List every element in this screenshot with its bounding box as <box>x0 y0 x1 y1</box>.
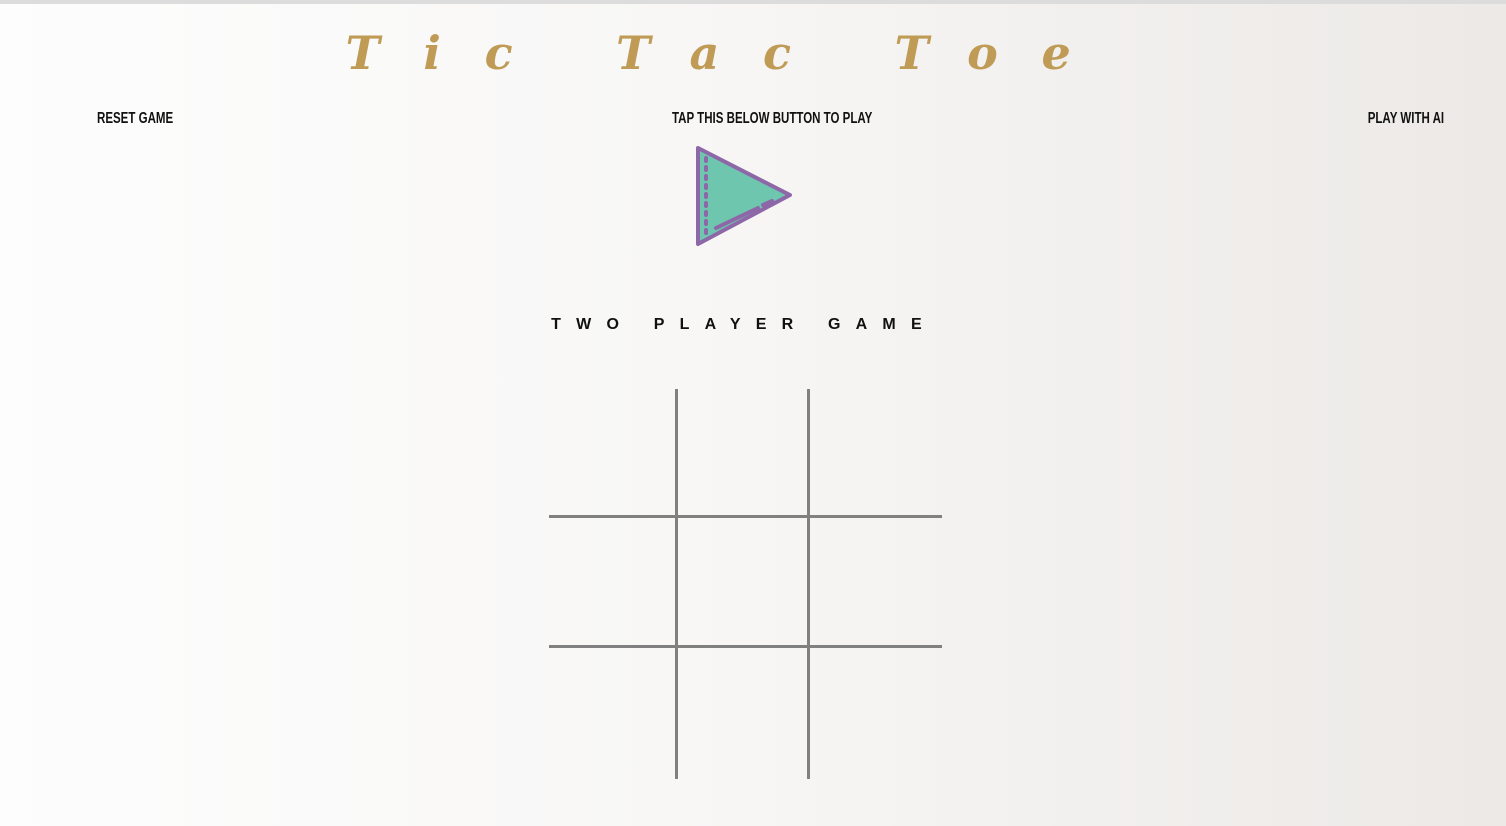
board-cell-2[interactable] <box>678 389 810 518</box>
game-mode-label: TWO PLAYER GAME <box>551 316 937 333</box>
play-icon <box>696 146 792 246</box>
board-cell-4[interactable] <box>549 518 678 648</box>
reset-game-button[interactable]: RESET GAME <box>97 110 173 128</box>
board-cell-8[interactable] <box>678 648 810 779</box>
board-cell-6[interactable] <box>810 518 942 648</box>
board-cell-9[interactable] <box>810 648 942 779</box>
board-cell-1[interactable] <box>549 389 678 518</box>
game-board <box>549 389 942 779</box>
play-button[interactable] <box>690 140 798 252</box>
play-prompt-text: TAP THIS BELOW BUTTON TO PLAY <box>672 110 873 127</box>
top-divider <box>0 0 1506 4</box>
board-cell-3[interactable] <box>810 389 942 518</box>
page-title: Tic Tac Toe <box>345 26 1115 80</box>
play-with-ai-button[interactable]: PLAY WITH AI <box>1368 110 1444 128</box>
board-cell-5[interactable] <box>678 518 810 648</box>
board-cell-7[interactable] <box>549 648 678 779</box>
